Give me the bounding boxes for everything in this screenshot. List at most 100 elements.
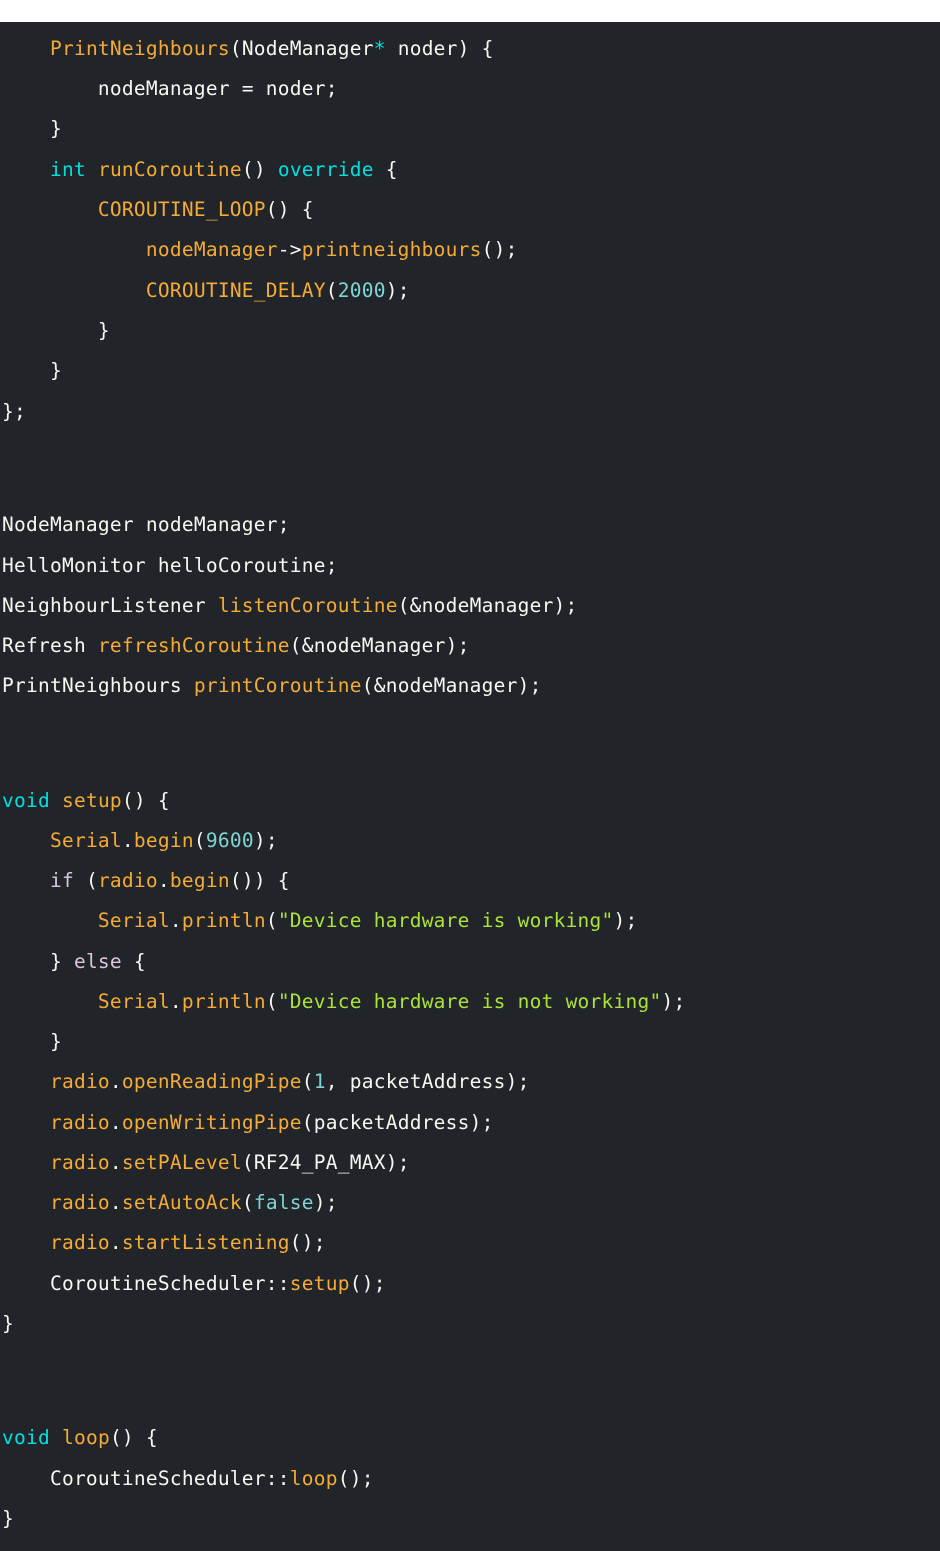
code-line: radio.setPALevel(RF24_PA_MAX); (2, 1143, 410, 1183)
code-line: int runCoroutine() override { (2, 150, 398, 190)
code-token-function: setup (290, 1272, 350, 1295)
code-line: PrintNeighbours printCoroutine(&nodeMana… (2, 666, 542, 706)
code-line: HelloMonitor helloCoroutine; (2, 546, 338, 586)
code-token-plain: :: (266, 1467, 290, 1490)
code-line: nodeManager = noder; (2, 69, 338, 109)
code-token-function: setAutoAck (122, 1191, 242, 1214)
code-token-plain: ()) { (230, 869, 290, 892)
code-token-plain (2, 279, 146, 302)
code-token-function: printCoroutine (194, 674, 362, 697)
code-token-number: 2000 (338, 279, 386, 302)
code-line: Serial.println("Device hardware is worki… (2, 901, 638, 941)
code-token-plain: (&nodeManager); (290, 634, 470, 657)
code-line: } (2, 109, 62, 149)
code-line: PrintNeighbours(NodeManager* noder) { (2, 29, 494, 69)
code-token-plain: CoroutineScheduler (2, 1467, 266, 1490)
code-token-plain: nodeManager = noder; (2, 77, 338, 100)
code-line: Serial.begin(9600); (2, 821, 278, 861)
code-token-function: loop (290, 1467, 338, 1490)
code-token-function: listenCoroutine (218, 594, 398, 617)
code-token-function: println (182, 909, 266, 932)
code-token-plain (2, 1151, 50, 1174)
code-token-plain: } (2, 359, 62, 382)
code-token-plain: } (2, 117, 62, 140)
code-line: } (2, 1022, 62, 1062)
code-token-function: runCoroutine (98, 158, 242, 181)
code-token-plain: ( (266, 990, 278, 1013)
code-token-plain: ( (242, 1191, 254, 1214)
code-token-plain: ); (254, 829, 278, 852)
code-token-function: printneighbours (302, 238, 482, 261)
code-line: }; (2, 392, 26, 432)
code-line: } else { (2, 942, 146, 982)
code-token-plain: . (110, 1111, 122, 1134)
code-token-plain: } (2, 1507, 14, 1530)
code-token-plain: } (2, 1312, 14, 1335)
code-token-string: "Device hardware is not working" (278, 990, 662, 1013)
code-line: NeighbourListener listenCoroutine(&nodeM… (2, 586, 578, 626)
code-token-plain: ); (386, 279, 410, 302)
code-token-plain: NeighbourListener (2, 594, 218, 617)
code-token-function: loop (62, 1426, 110, 1449)
code-token-function: radio (98, 869, 158, 892)
code-token-number: 9600 (206, 829, 254, 852)
code-token-function: COROUTINE_DELAY (146, 279, 326, 302)
code-token-plain: ); (662, 990, 686, 1013)
code-token-plain (2, 1111, 50, 1134)
code-token-plain: (&nodeManager); (398, 594, 578, 617)
code-token-plain (2, 1231, 50, 1254)
code-token-plain: . (170, 990, 182, 1013)
code-token-control: else (74, 950, 122, 973)
code-line: radio.setAutoAck(false); (2, 1183, 338, 1223)
code-token-plain: () (242, 158, 278, 181)
code-token-plain: } (2, 950, 74, 973)
code-token-function: Serial (98, 990, 170, 1013)
code-line: Serial.println("Device hardware is not w… (2, 982, 685, 1022)
code-token-keyword: void (2, 789, 50, 812)
code-line: radio.openWritingPipe(packetAddress); (2, 1103, 494, 1143)
code-token-plain: () { (122, 789, 170, 812)
code-block: PrintNeighbours(NodeManager* noder) { no… (0, 22, 940, 1551)
code-token-control: if (50, 869, 74, 892)
code-token-function: println (182, 990, 266, 1013)
code-token-plain: ( (302, 1070, 314, 1093)
code-token-plain: HelloMonitor helloCoroutine; (2, 554, 338, 577)
code-token-function: begin (170, 869, 230, 892)
code-token-plain: () { (110, 1426, 158, 1449)
code-token-plain (86, 158, 98, 181)
code-token-function: openWritingPipe (122, 1111, 302, 1134)
code-line: COROUTINE_DELAY(2000); (2, 271, 410, 311)
code-token-plain (2, 990, 98, 1013)
code-token-plain (2, 37, 50, 60)
code-token-plain: } (2, 319, 110, 342)
code-token-plain: }; (2, 400, 26, 423)
code-token-function: nodeManager (146, 238, 278, 261)
code-token-plain: . (170, 909, 182, 932)
code-token-function: refreshCoroutine (98, 634, 290, 657)
code-token-plain: ( (326, 279, 338, 302)
code-line: void loop() { (2, 1418, 158, 1458)
code-token-plain: :: (266, 1272, 290, 1295)
code-token-plain: (); (338, 1467, 374, 1490)
code-line: Refresh refreshCoroutine(&nodeManager); (2, 626, 470, 666)
code-token-string: "Device hardware is working" (278, 909, 614, 932)
code-token-plain: (NodeManager (230, 37, 374, 60)
code-token-plain: ( (74, 869, 98, 892)
code-line: } (2, 1304, 14, 1344)
code-token-plain: () { (266, 198, 314, 221)
code-token-function: radio (50, 1191, 110, 1214)
code-token-plain: . (110, 1231, 122, 1254)
code-token-function: setup (62, 789, 122, 812)
code-token-plain (50, 1426, 62, 1449)
code-token-plain: (); (350, 1272, 386, 1295)
code-line: COROUTINE_LOOP() { (2, 190, 314, 230)
code-token-plain: ( (194, 829, 206, 852)
code-token-plain: . (122, 829, 134, 852)
code-token-function: setPALevel (122, 1151, 242, 1174)
code-token-function: PrintNeighbours (50, 37, 230, 60)
code-line: CoroutineScheduler::setup(); (2, 1264, 386, 1304)
code-token-plain: . (110, 1191, 122, 1214)
code-token-keyword: int (50, 158, 86, 181)
code-token-function: Serial (98, 909, 170, 932)
code-token-plain: (packetAddress); (302, 1111, 494, 1134)
